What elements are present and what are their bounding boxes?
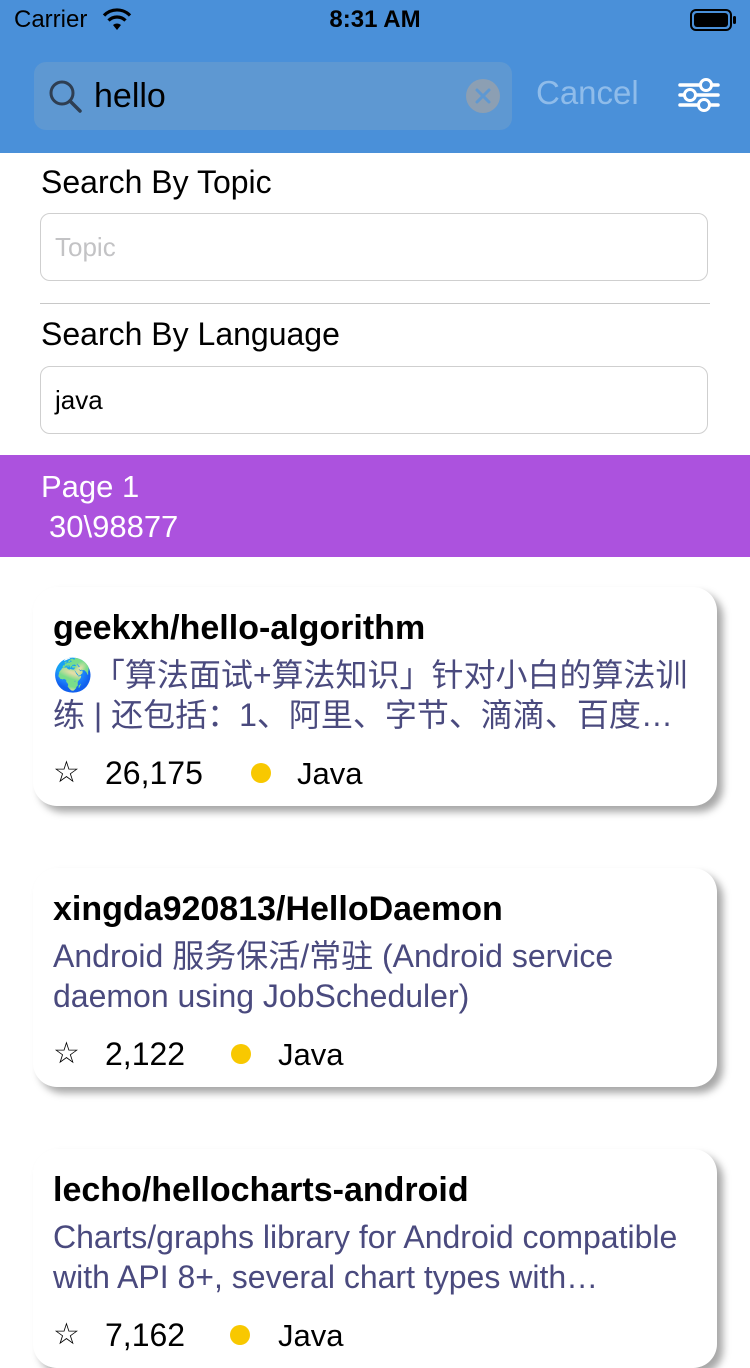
repo-description: Android 服务保活/常驻 (Android service daemon … — [53, 938, 614, 1014]
language-field-value: java — [55, 385, 103, 415]
battery-icon — [690, 9, 736, 31]
clear-search-icon[interactable] — [466, 79, 500, 113]
repo-language: Java — [297, 756, 363, 791]
repo-name: geekxh/hello-algorithm — [53, 609, 426, 647]
filter-settings-icon[interactable] — [678, 76, 720, 114]
repo-name: xingda920813/HelloDaemon — [53, 890, 503, 928]
topic-placeholder: Topic — [55, 232, 116, 262]
repo-language: Java — [278, 1318, 344, 1353]
star-icon: ☆ — [53, 1037, 80, 1070]
language-field[interactable]: java — [40, 366, 708, 434]
repo-card[interactable]: geekxh/hello-algorithm 🌍「算法面试+算法知识」针对小白的… — [33, 587, 717, 806]
page-title: Page 1 — [41, 469, 140, 504]
star-icon: ☆ — [53, 1318, 80, 1351]
language-color-dot — [231, 1044, 251, 1064]
repo-card[interactable]: lecho/hellocharts-android Charts/graphs … — [33, 1149, 717, 1368]
language-color-dot — [251, 763, 271, 783]
repo-language: Java — [278, 1037, 344, 1072]
topic-section-label: Search By Topic — [41, 164, 272, 200]
language-color-dot — [230, 1325, 250, 1345]
repo-description: Charts/graphs library for Android compat… — [53, 1219, 678, 1295]
result-count: 30\98877 — [49, 509, 179, 544]
star-count: 26,175 — [105, 755, 203, 791]
status-bar: Carrier 8:31 AM — [0, 0, 750, 40]
section-divider — [40, 303, 710, 304]
star-count: 2,122 — [105, 1036, 186, 1072]
topic-field[interactable]: Topic — [40, 213, 708, 281]
page-banner: Page 1 30\98877 — [0, 455, 750, 557]
search-icon — [49, 80, 82, 113]
language-section-label: Search By Language — [41, 316, 340, 352]
star-icon: ☆ — [53, 756, 80, 789]
repo-description: 🌍「算法面试+算法知识」针对小白的算法训练 | 还包括：1、阿里、字节、滴滴、百… — [53, 657, 688, 733]
star-count: 7,162 — [105, 1317, 186, 1353]
search-bar[interactable] — [34, 62, 512, 130]
nav-header: Carrier 8:31 AM Cancel — [0, 0, 750, 153]
cancel-button[interactable]: Cancel — [536, 74, 639, 112]
search-input[interactable] — [94, 72, 444, 120]
repo-card[interactable]: xingda920813/HelloDaemon Android 服务保活/常驻… — [33, 868, 717, 1087]
repo-name: lecho/hellocharts-android — [53, 1171, 469, 1209]
status-time: 8:31 AM — [329, 6, 421, 33]
